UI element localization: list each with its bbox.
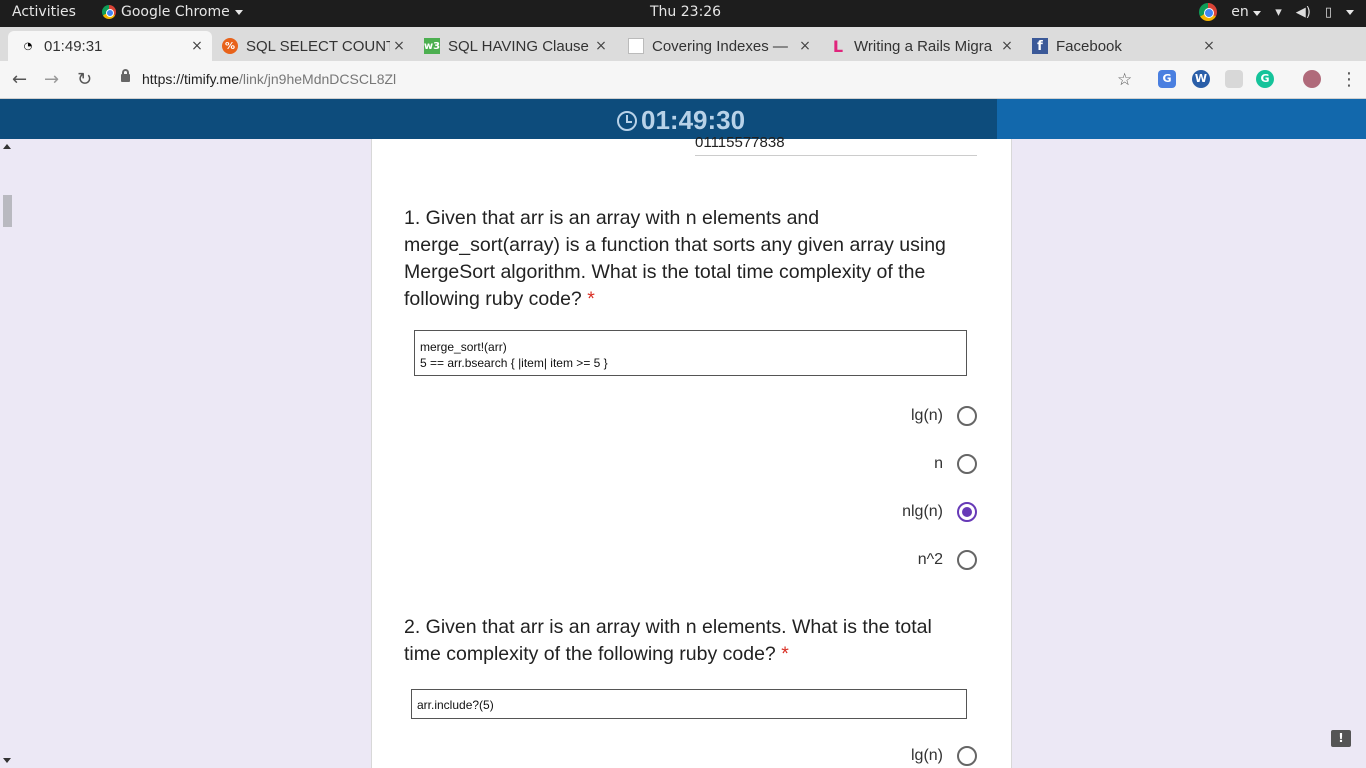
option-label: nlg(n)	[902, 503, 943, 520]
w3schools-favicon-icon: w3	[424, 38, 440, 54]
grid-extension-icon[interactable]	[1225, 70, 1243, 88]
option-label: lg(n)	[910, 747, 943, 764]
chrome-tray-icon[interactable]	[1199, 3, 1218, 21]
scroll-down-icon[interactable]	[3, 758, 11, 763]
question-text: 1. Given that arr is an array with n ele…	[404, 207, 946, 310]
url-path: /link/jn9heMdnDCSCL8Zl	[238, 71, 397, 87]
option-label: lg(n)	[910, 407, 943, 424]
tab-title: SQL SELECT COUNT,	[246, 37, 390, 55]
question-text: 2. Given that arr is an array with n ele…	[404, 616, 932, 665]
code-snippet: arr.include?(5)	[411, 689, 967, 719]
page-scrollbar[interactable]	[0, 139, 14, 768]
activities-button[interactable]: Activities	[12, 4, 76, 20]
radio-button[interactable]	[957, 454, 977, 474]
browser-toolbar: ← → ↻ https://timify.me/link/jn9heMdnDCS…	[0, 61, 1366, 99]
wifi-icon[interactable]: ▾	[1275, 5, 1282, 20]
code-snippet: merge_sort!(arr) 5 == arr.bsearch { |ite…	[414, 330, 967, 376]
option-lg-n[interactable]: lg(n)	[911, 746, 977, 766]
tab-title: 01:49:31	[44, 37, 103, 55]
battery-icon[interactable]: ▯	[1325, 5, 1332, 20]
grammarly-icon[interactable]: G	[1256, 70, 1274, 88]
sql-favicon-icon: %	[222, 38, 238, 54]
scroll-up-icon[interactable]	[3, 144, 11, 149]
question-1: 1. Given that arr is an array with n ele…	[404, 205, 974, 313]
url-domain: https://timify.me	[142, 71, 239, 87]
tab-rails-migration[interactable]: L Writing a Rails Migra ×	[818, 31, 1022, 61]
radio-button-selected[interactable]	[957, 502, 977, 522]
forward-arrow-icon[interactable]: →	[44, 69, 59, 90]
required-marker: *	[781, 643, 789, 665]
tab-strip: ◔ 01:49:31 × % SQL SELECT COUNT, × w3 SQ…	[0, 27, 1366, 82]
tab-sql-having-clause[interactable]: w3 SQL HAVING Clause ×	[412, 31, 616, 61]
tab-covering-indexes[interactable]: Covering Indexes — ×	[616, 31, 820, 61]
feedback-icon[interactable]: !	[1331, 730, 1351, 747]
chevron-down-icon	[234, 9, 243, 15]
w-extension-icon[interactable]: W	[1192, 70, 1210, 88]
tab-title: Facebook	[1056, 37, 1122, 55]
close-icon[interactable]: ×	[1200, 38, 1218, 54]
timer-favicon-icon: ◔	[23, 40, 33, 52]
clock-icon	[617, 110, 637, 131]
chrome-icon	[102, 5, 116, 19]
language-indicator[interactable]: en	[1231, 4, 1262, 20]
tab-title: Covering Indexes —	[652, 37, 788, 55]
option-n[interactable]: n	[934, 454, 977, 474]
system-top-bar: Activities Google Chrome Thu 23:26 en ▾ …	[0, 0, 1366, 27]
close-icon[interactable]: ×	[390, 38, 408, 54]
close-icon[interactable]: ×	[188, 38, 206, 54]
close-icon[interactable]: ×	[592, 38, 610, 54]
translate-extension-icon[interactable]: G	[1158, 70, 1176, 88]
tab-timer[interactable]: ◔ 01:49:31 ×	[8, 31, 212, 61]
phone-answer-value: 01115577838	[695, 134, 785, 151]
radio-button[interactable]	[957, 746, 977, 766]
facebook-favicon-icon: f	[1032, 38, 1048, 54]
bookmark-star-icon[interactable]: ☆	[1117, 70, 1132, 90]
app-menu-label: Google Chrome	[121, 4, 230, 20]
scrollbar-thumb[interactable]	[3, 195, 12, 227]
chevron-down-icon	[1253, 11, 1262, 16]
option-nlg-n[interactable]: nlg(n)	[902, 502, 977, 522]
rails-favicon-icon: L	[832, 36, 844, 56]
system-tray: en ▾ ◀) ▯	[1199, 3, 1354, 21]
close-icon[interactable]: ×	[796, 38, 814, 54]
close-icon[interactable]: ×	[998, 38, 1016, 54]
required-marker: *	[587, 288, 595, 310]
volume-icon[interactable]: ◀)	[1296, 5, 1311, 20]
option-n-squared[interactable]: n^2	[918, 550, 977, 570]
option-lg-n[interactable]: lg(n)	[911, 406, 977, 426]
system-clock[interactable]: Thu 23:26	[650, 4, 721, 20]
app-menu[interactable]: Google Chrome	[102, 4, 243, 20]
question-2: 2. Given that arr is an array with n ele…	[404, 614, 974, 668]
radio-button[interactable]	[957, 406, 977, 426]
language-label: en	[1231, 4, 1249, 20]
tab-title: SQL HAVING Clause	[448, 37, 589, 55]
reload-icon[interactable]: ↻	[77, 69, 92, 90]
timer-bar-right	[997, 99, 1366, 139]
address-bar[interactable]: https://timify.me/link/jn9heMdnDCSCL8Zl	[142, 71, 396, 87]
option-label: n	[934, 455, 943, 472]
tab-sql-select-count[interactable]: % SQL SELECT COUNT, ×	[210, 31, 414, 61]
option-label: n^2	[917, 551, 943, 568]
back-arrow-icon[interactable]: ←	[12, 69, 27, 90]
tab-title: Writing a Rails Migra	[854, 37, 993, 55]
phone-answer-field[interactable]: 01115577838	[695, 131, 977, 156]
system-menu-chevron-icon[interactable]	[1346, 9, 1354, 15]
radio-button[interactable]	[957, 550, 977, 570]
kebab-menu-icon[interactable]: ⋮	[1340, 69, 1358, 90]
lock-icon[interactable]	[121, 69, 130, 82]
page-favicon-icon	[628, 38, 644, 54]
avatar[interactable]	[1303, 70, 1321, 88]
tab-facebook[interactable]: f Facebook ×	[1020, 31, 1224, 61]
